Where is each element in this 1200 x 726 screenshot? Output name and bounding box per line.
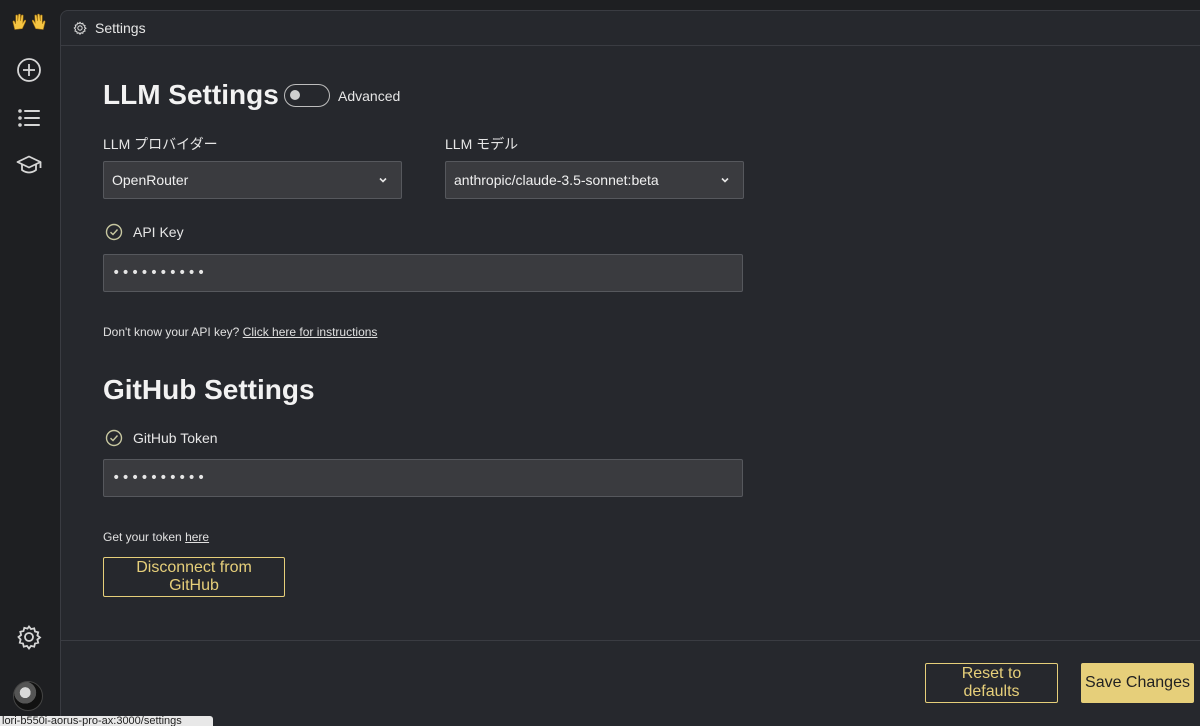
settings-tab-bar: Settings [61,11,1200,46]
list-icon[interactable] [16,105,42,131]
github-settings-title: GitHub Settings [103,374,315,405]
advanced-toggle[interactable] [284,84,330,107]
api-key-hint-text: Don't know your API key? [103,325,240,339]
api-key-label: API Key [133,224,184,240]
llm-settings-title: LLM Settings [103,79,279,110]
page-title: Settings [95,20,146,36]
disconnect-github-button[interactable]: Disconnect from GitHub [103,557,285,597]
github-token-hint: Get your token here [103,530,209,544]
model-label: LLM モデル [445,136,519,152]
model-select[interactable]: anthropic/claude-3.5-sonnet:beta [445,161,744,199]
github-token-input[interactable] [103,459,743,497]
avatar[interactable] [13,681,43,711]
api-key-hint: Don't know your API key? Click here for … [103,325,377,339]
graduation-cap-icon[interactable] [16,152,42,178]
reset-defaults-button[interactable]: Reset to defaults [925,663,1058,703]
advanced-label: Advanced [338,87,401,104]
plus-circle-icon[interactable] [16,57,42,83]
chevron-down-icon [721,177,729,183]
provider-label: LLM プロバイダー [103,136,218,152]
github-token-hint-text: Get your token [103,530,182,544]
status-url: lori-b550i-aorus-pro-ax:3000/settings [0,716,213,726]
api-key-input[interactable] [103,254,743,292]
settings-panel: Settings LLM Settings Advanced LLM プロバイダ… [60,10,1200,726]
check-circle-icon [105,429,123,447]
github-token-link[interactable]: here [185,530,209,544]
provider-value: OpenRouter [112,172,189,188]
gear-icon[interactable] [16,624,42,650]
gear-icon [73,21,87,35]
model-value: anthropic/claude-3.5-sonnet:beta [454,172,659,188]
api-key-status: API Key [105,223,184,241]
check-circle-icon [105,223,123,241]
github-token-status: GitHub Token [105,429,218,447]
footer-divider [61,640,1200,641]
sidebar [0,0,60,726]
chevron-down-icon [379,177,387,183]
advanced-toggle-group: Advanced [284,84,400,107]
github-token-label: GitHub Token [133,430,218,446]
api-key-instructions-link[interactable]: Click here for instructions [243,325,378,339]
provider-select[interactable]: OpenRouter [103,161,402,199]
raised-hands-icon[interactable] [11,12,47,32]
save-changes-button[interactable]: Save Changes [1081,663,1194,703]
